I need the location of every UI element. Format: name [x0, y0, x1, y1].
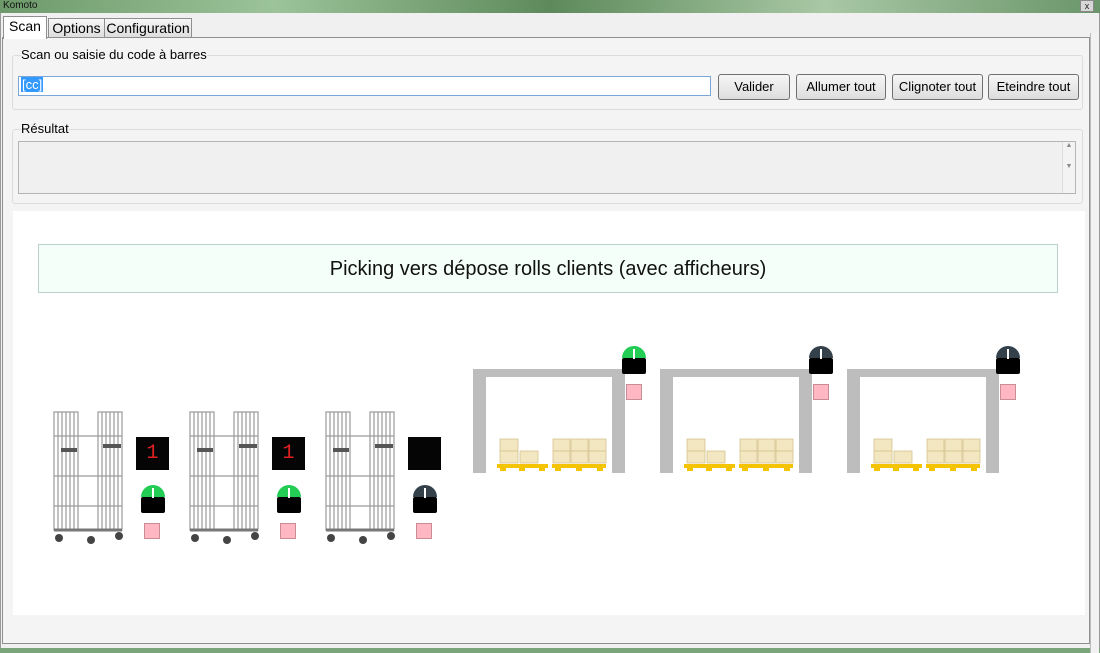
- scan-group: Scan ou saisie du code à barres [cc] Val…: [12, 47, 1083, 110]
- bay-confirm-button-1[interactable]: [626, 384, 642, 400]
- title-bar: Komoto x: [0, 0, 1100, 13]
- roll-cage-2[interactable]: 1: [187, 406, 305, 551]
- result-group-legend: Résultat: [21, 121, 69, 136]
- scan-tab-panel: Scan ou saisie du code à barres [cc] Val…: [2, 37, 1090, 644]
- status-lamp-icon: [140, 482, 166, 514]
- barcode-input-value: [cc]: [21, 77, 44, 92]
- status-lamp-icon: [808, 343, 834, 375]
- barcode-input[interactable]: [cc]: [18, 76, 711, 96]
- roll-cage-1[interactable]: 1: [51, 406, 169, 551]
- close-icon[interactable]: x: [1080, 0, 1094, 12]
- all-off-button[interactable]: Eteindre tout: [988, 74, 1079, 100]
- picking-bay-1[interactable]: [473, 343, 653, 483]
- window-side-panel: [1090, 33, 1099, 653]
- roll-cage-3[interactable]: [323, 406, 441, 551]
- scan-group-legend: Scan ou saisie du code à barres: [21, 47, 207, 62]
- tab-options[interactable]: Options: [48, 18, 105, 38]
- picking-bay-3[interactable]: [847, 343, 1027, 483]
- result-scrollbar[interactable]: ▲ ▼: [1062, 142, 1075, 193]
- bay-confirm-button-3[interactable]: [1000, 384, 1016, 400]
- bay-confirm-button-2[interactable]: [813, 384, 829, 400]
- tab-scan[interactable]: Scan: [3, 16, 47, 39]
- roll-cage-icon: [325, 411, 395, 544]
- status-lamp-icon: [276, 482, 302, 514]
- canvas-banner: Picking vers dépose rolls clients (avec …: [38, 244, 1058, 293]
- roll-confirm-button-2[interactable]: [280, 523, 296, 539]
- roll-cage-icon: [189, 411, 259, 544]
- main-window: Scan Options Configuration Scan ou saisi…: [0, 13, 1100, 653]
- picking-bay-2[interactable]: [660, 343, 840, 483]
- all-on-button[interactable]: Allumer tout: [796, 74, 886, 100]
- status-lamp-icon: [995, 343, 1021, 375]
- result-textarea[interactable]: ▲ ▼: [18, 141, 1076, 194]
- tab-configuration[interactable]: Configuration: [104, 18, 192, 38]
- roll-confirm-button-3[interactable]: [416, 523, 432, 539]
- picking-canvas: Picking vers dépose rolls clients (avec …: [13, 211, 1085, 615]
- roll-display-3: [408, 437, 441, 470]
- roll-display-2: 1: [272, 437, 305, 470]
- roll-confirm-button-1[interactable]: [144, 523, 160, 539]
- blink-all-button[interactable]: Clignoter tout: [892, 74, 983, 100]
- window-title: Komoto: [3, 0, 38, 11]
- roll-cage-icon: [53, 411, 123, 544]
- status-lamp-icon: [621, 343, 647, 375]
- roll-display-1: 1: [136, 437, 169, 470]
- result-group: Résultat ▲ ▼: [12, 121, 1083, 204]
- status-lamp-icon: [412, 482, 438, 514]
- validate-button[interactable]: Valider: [718, 74, 790, 100]
